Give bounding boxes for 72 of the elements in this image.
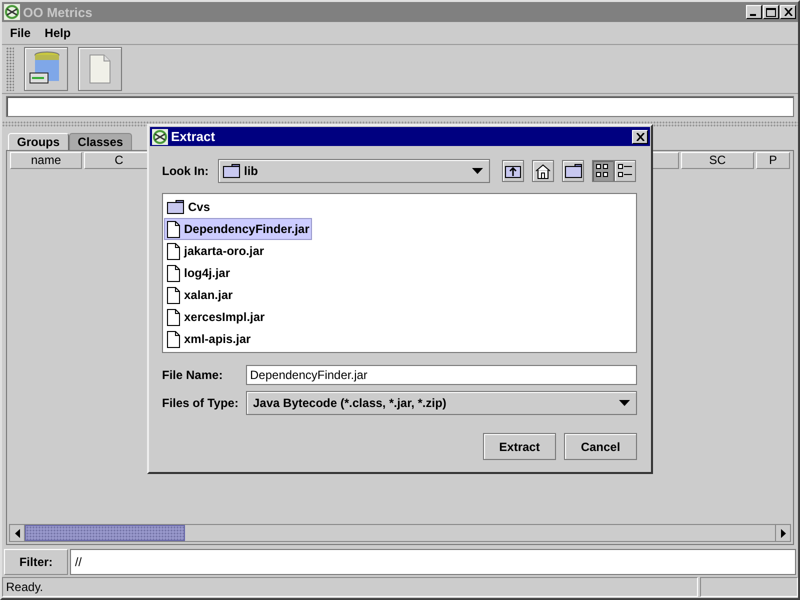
column-header[interactable]: P	[756, 152, 790, 169]
filter-field[interactable]: //	[70, 549, 796, 575]
maximize-icon	[766, 8, 776, 16]
dialog-button[interactable]: Extract	[483, 433, 556, 460]
file-icon	[167, 330, 180, 348]
folder-icon	[167, 200, 184, 214]
close-button[interactable]	[632, 130, 648, 144]
toolbar-grip[interactable]	[6, 47, 14, 91]
minimize-button[interactable]	[746, 5, 762, 19]
window-title: OO Metrics	[23, 4, 92, 20]
folder-up-icon	[505, 164, 521, 178]
home-icon	[535, 164, 551, 178]
file-name: xalan.jar	[184, 288, 233, 302]
file-icon	[167, 264, 180, 282]
menu-item[interactable]: Help	[38, 24, 77, 42]
file-icon	[167, 308, 180, 326]
scroll-thumb[interactable]	[25, 525, 185, 541]
folder-icon	[223, 164, 240, 178]
file-type-label: Files of Type:	[162, 396, 240, 410]
file-name-label: File Name:	[162, 368, 224, 382]
maximize-button[interactable]	[763, 5, 779, 19]
file-icon	[167, 286, 180, 304]
tab[interactable]: Groups	[8, 133, 69, 150]
close-icon	[784, 8, 792, 16]
list-entry[interactable]: xalan.jar	[164, 284, 236, 306]
scroll-left-icon[interactable]	[14, 528, 20, 538]
dialog-title: Extract	[171, 129, 216, 144]
details-view-icon	[618, 164, 632, 178]
list-view-button[interactable]	[592, 160, 614, 182]
close-icon	[636, 132, 644, 140]
list-view-icon	[596, 164, 610, 178]
file-icon	[167, 242, 180, 260]
status-text: Ready.	[2, 577, 698, 597]
column-header[interactable]: name	[10, 152, 82, 169]
details-view-button[interactable]	[614, 160, 636, 182]
app-icon	[152, 128, 168, 144]
tab[interactable]: Classes	[68, 133, 132, 150]
list-entry[interactable]: jakarta-oro.jar	[164, 240, 268, 262]
path-field[interactable]	[6, 96, 794, 117]
menu-item[interactable]: File	[4, 24, 37, 42]
file-name-field[interactable]: DependencyFinder.jar	[246, 365, 637, 385]
new-folder-button[interactable]	[562, 160, 584, 182]
list-entry[interactable]: xercesImpl.jar	[164, 306, 268, 328]
column-header[interactable]: SC	[681, 152, 754, 169]
file-name: log4j.jar	[184, 266, 230, 280]
file-name: xml-apis.jar	[184, 332, 251, 346]
list-entry[interactable]: DependencyFinder.jar	[164, 218, 312, 240]
look-in-dropdown[interactable]: lib	[218, 159, 490, 183]
scroll-right-icon[interactable]	[780, 528, 786, 538]
file-name: xercesImpl.jar	[184, 310, 265, 324]
caret-icon	[472, 168, 483, 174]
toolbar-button[interactable]	[24, 47, 68, 91]
document-icon	[89, 54, 111, 84]
file-icon	[167, 220, 180, 238]
app-icon	[4, 4, 20, 20]
list-entry[interactable]: log4j.jar	[164, 262, 234, 284]
horizontal-scrollbar[interactable]	[9, 524, 791, 542]
caret-icon	[619, 400, 630, 406]
up-folder-button[interactable]	[502, 160, 524, 182]
home-button[interactable]	[532, 160, 554, 182]
look-in-label: Look In:	[162, 164, 210, 178]
file-name: jakarta-oro.jar	[184, 244, 264, 258]
file-type-dropdown[interactable]: Java Bytecode (*.class, *.jar, *.zip)	[246, 391, 637, 415]
list-entry[interactable]: Cvs	[164, 196, 214, 218]
filter-button[interactable]: Filter:	[4, 549, 68, 575]
list-entry[interactable]: xml-apis.jar	[164, 328, 254, 350]
close-button[interactable]	[780, 5, 796, 19]
file-name: Cvs	[188, 200, 210, 214]
file-type-value: Java Bytecode (*.class, *.jar, *.zip)	[253, 396, 446, 410]
dialog-button[interactable]: Cancel	[564, 433, 637, 460]
file-name: DependencyFinder.jar	[184, 222, 310, 236]
folder-icon	[564, 164, 582, 178]
